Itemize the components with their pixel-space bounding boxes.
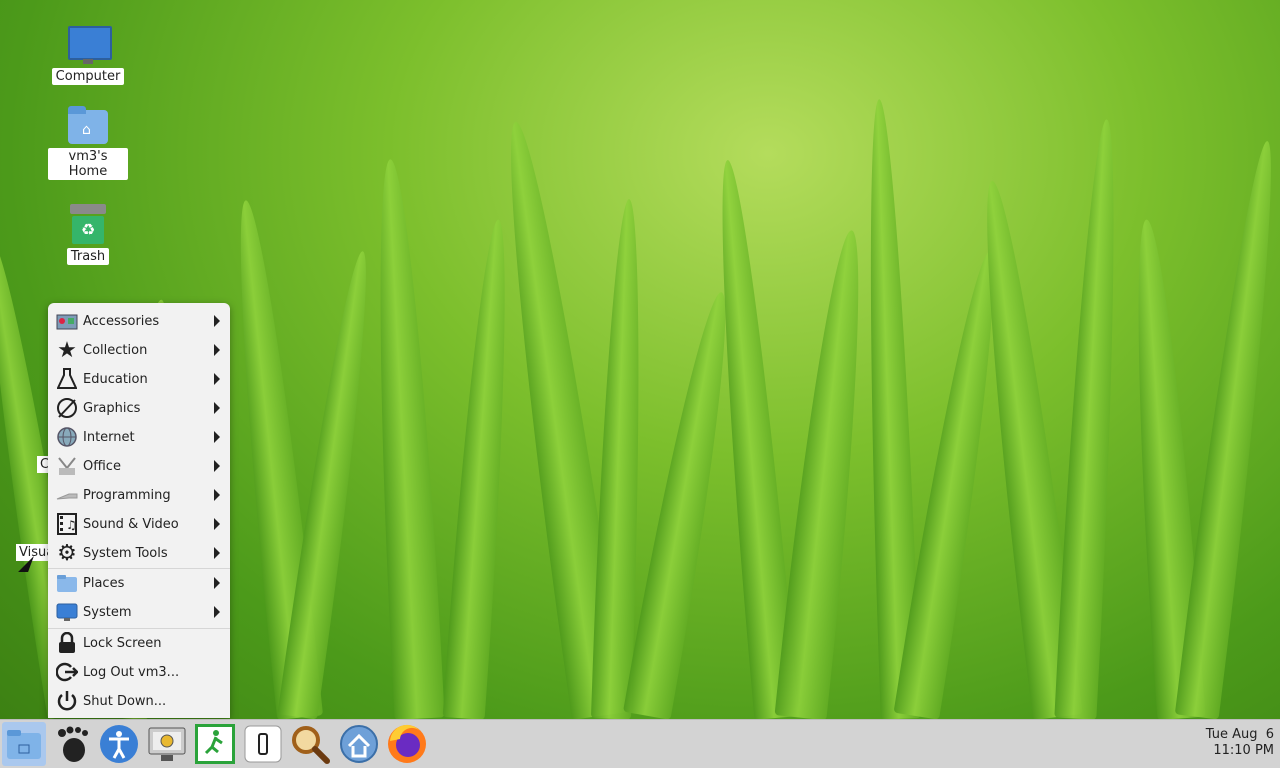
chevron-right-icon bbox=[214, 518, 220, 530]
menu-item-system-tools[interactable]: ⚙ System Tools bbox=[48, 539, 230, 567]
flask-icon bbox=[56, 368, 78, 390]
chevron-right-icon bbox=[214, 315, 220, 327]
menu-item-accessories[interactable]: Accessories bbox=[48, 307, 230, 335]
desktop-icon-home[interactable]: ⌂ vm3's Home bbox=[48, 104, 128, 180]
phone-launcher[interactable] bbox=[241, 722, 285, 766]
clock[interactable]: Tue Aug 6 11:10 PM bbox=[1206, 727, 1274, 759]
taskbar: Tue Aug 6 11:10 PM bbox=[0, 719, 1280, 768]
network-icon bbox=[340, 725, 378, 763]
desktop-label: vm3's Home bbox=[48, 148, 128, 180]
menu-item-label: Programming bbox=[83, 487, 171, 503]
office-icon bbox=[56, 455, 78, 477]
applications-menu: Accessories ★ Collection Education Graph… bbox=[48, 303, 230, 718]
chevron-right-icon bbox=[214, 344, 220, 356]
menu-item-graphics[interactable]: Graphics bbox=[48, 394, 230, 422]
gear-icon: ⚙ bbox=[57, 540, 77, 566]
menu-item-programming[interactable]: Programming bbox=[48, 481, 230, 509]
firefox-launcher[interactable] bbox=[385, 722, 429, 766]
network-launcher[interactable] bbox=[337, 722, 381, 766]
desktop-icon-trash[interactable]: ♻ Trash bbox=[48, 204, 128, 265]
clock-date: Tue Aug 6 bbox=[1205, 727, 1274, 742]
desktop-label: Trash bbox=[66, 248, 110, 265]
menu-item-internet[interactable]: Internet bbox=[48, 423, 230, 451]
clock-time: 11:10 PM bbox=[1213, 743, 1274, 758]
menu-item-label: Places bbox=[83, 575, 125, 591]
search-launcher[interactable] bbox=[288, 722, 332, 766]
menu-item-collection[interactable]: ★ Collection bbox=[48, 336, 230, 364]
home-folder-icon: ⌂ bbox=[66, 104, 110, 148]
desktop-icon-computer[interactable]: Computer bbox=[48, 24, 128, 85]
accessories-icon bbox=[56, 310, 78, 332]
screenshot-launcher[interactable] bbox=[145, 722, 189, 766]
chevron-right-icon bbox=[214, 431, 220, 443]
globe-icon bbox=[56, 426, 78, 448]
chevron-right-icon bbox=[214, 402, 220, 414]
monitor-icon bbox=[56, 601, 78, 623]
programming-icon bbox=[56, 484, 78, 506]
menu-item-label: Office bbox=[83, 458, 121, 474]
accessibility-launcher[interactable] bbox=[97, 722, 141, 766]
files-icon bbox=[7, 730, 41, 759]
logout-icon bbox=[56, 661, 78, 683]
phone-icon bbox=[244, 725, 282, 763]
exit-launcher[interactable] bbox=[193, 722, 237, 766]
star-icon: ★ bbox=[57, 337, 77, 363]
menu-item-label: Collection bbox=[83, 342, 148, 358]
menu-item-label: Log Out vm3... bbox=[83, 664, 180, 680]
menu-item-places[interactable]: Places bbox=[48, 569, 230, 597]
menu-item-label: Education bbox=[83, 371, 148, 387]
menu-item-label: System Tools bbox=[83, 545, 168, 561]
menu-item-sound-video[interactable]: ♫ Sound & Video bbox=[48, 510, 230, 538]
menu-item-system[interactable]: System bbox=[48, 598, 230, 626]
film-icon: ♫ bbox=[56, 513, 78, 535]
chevron-right-icon bbox=[214, 460, 220, 472]
menu-item-label: Accessories bbox=[83, 313, 160, 329]
menu-item-log-out[interactable]: Log Out vm3... bbox=[48, 658, 230, 686]
lock-icon bbox=[56, 632, 78, 654]
menu-item-label: System bbox=[83, 604, 132, 620]
folder-icon bbox=[56, 572, 78, 594]
trash-icon: ♻ bbox=[66, 204, 110, 248]
power-icon bbox=[56, 690, 78, 712]
computer-icon bbox=[66, 24, 112, 68]
chevron-right-icon bbox=[214, 373, 220, 385]
gnome-foot-icon bbox=[58, 726, 88, 762]
chevron-right-icon bbox=[214, 489, 220, 501]
magnifier-icon bbox=[292, 726, 330, 764]
chevron-right-icon bbox=[214, 606, 220, 618]
screenshot-icon bbox=[148, 727, 186, 761]
menu-item-lock-screen[interactable]: Lock Screen bbox=[48, 629, 230, 657]
menu-item-education[interactable]: Education bbox=[48, 365, 230, 393]
chevron-right-icon bbox=[214, 577, 220, 589]
menu-item-office[interactable]: Office bbox=[48, 452, 230, 480]
menu-item-shut-down[interactable]: Shut Down... bbox=[48, 687, 230, 715]
menu-item-label: Graphics bbox=[83, 400, 141, 416]
firefox-icon bbox=[388, 724, 426, 763]
menu-item-label: Sound & Video bbox=[83, 516, 179, 532]
menu-item-label: Lock Screen bbox=[83, 635, 162, 651]
svg-text:♫: ♫ bbox=[66, 518, 77, 532]
palette-icon bbox=[56, 397, 78, 419]
files-launcher[interactable] bbox=[2, 722, 46, 766]
menu-item-label: Internet bbox=[83, 429, 135, 445]
gnome-foot-launcher[interactable] bbox=[50, 722, 94, 766]
exit-icon bbox=[195, 724, 235, 764]
desktop-label: Computer bbox=[51, 68, 125, 85]
chevron-right-icon bbox=[214, 547, 220, 559]
menu-item-label: Shut Down... bbox=[83, 693, 167, 709]
accessibility-icon bbox=[100, 725, 138, 763]
